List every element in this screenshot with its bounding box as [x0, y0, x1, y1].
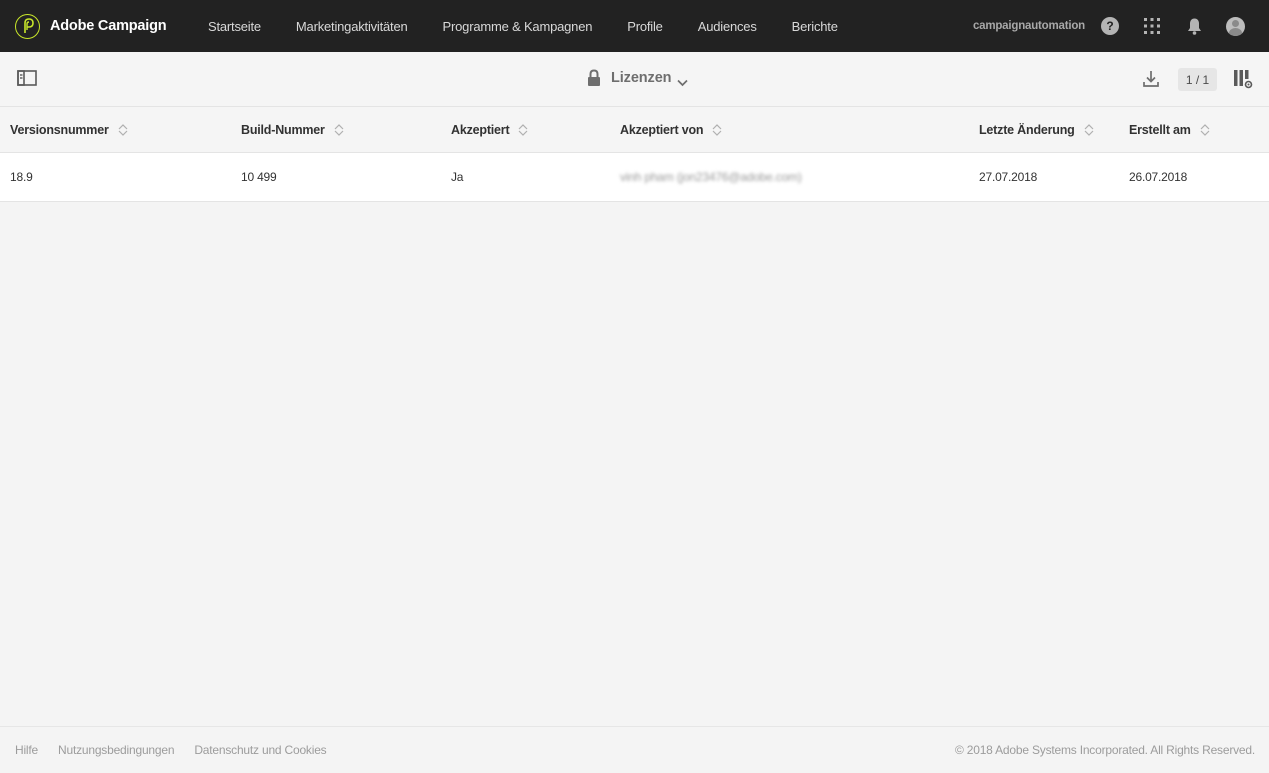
footer-link-terms[interactable]: Nutzungsbedingungen	[58, 743, 175, 757]
column-settings-icon[interactable]	[1233, 69, 1253, 89]
footer-links: Hilfe Nutzungsbedingungen Datenschutz un…	[15, 743, 346, 757]
nav-item-startseite[interactable]: Startseite	[208, 19, 261, 34]
column-header-label: Akzeptiert	[451, 123, 510, 137]
cell-created: 26.07.2018	[1129, 170, 1188, 184]
sort-icon	[1084, 123, 1094, 137]
help-icon[interactable]: ?	[1101, 17, 1119, 35]
apps-grid-icon[interactable]	[1142, 16, 1162, 36]
cell-build: 10 499	[241, 170, 277, 184]
footer-link-help[interactable]: Hilfe	[15, 743, 38, 757]
chevron-down-icon	[677, 74, 689, 87]
cell-version: 18.9	[10, 170, 33, 184]
column-header-versionsnummer[interactable]: Versionsnummer	[10, 107, 128, 153]
cell-last-modified: 27.07.2018	[979, 170, 1038, 184]
column-header-erstellt-am[interactable]: Erstellt am	[1129, 107, 1210, 153]
copyright: © 2018 Adobe Systems Incorporated. All R…	[954, 743, 1255, 757]
topbar-right: campaignautomation ?	[973, 0, 1269, 52]
adobe-campaign-logo-icon	[15, 13, 40, 39]
sort-icon	[712, 123, 722, 137]
column-header-build-nummer[interactable]: Build-Nummer	[241, 107, 344, 153]
footer: Hilfe Nutzungsbedingungen Datenschutz un…	[0, 726, 1269, 773]
org-name[interactable]: campaignautomation	[973, 20, 1085, 32]
column-header-label: Versionsnummer	[10, 123, 109, 137]
bell-icon[interactable]	[1184, 16, 1204, 36]
top-navigation-bar: Adobe Campaign Startseite Marketingaktiv…	[0, 0, 1269, 52]
sort-icon	[334, 123, 344, 137]
cell-accepted: Ja	[451, 170, 464, 184]
page-title-dropdown[interactable]: Lizenzen	[587, 69, 689, 87]
nav-item-audiences[interactable]: Audiences	[698, 19, 757, 34]
sort-icon	[1200, 123, 1210, 137]
main-nav: Startseite Marketingaktivitäten Programm…	[208, 0, 873, 52]
lock-icon	[587, 69, 601, 87]
footer-link-privacy[interactable]: Datenschutz und Cookies	[194, 743, 326, 757]
brand[interactable]: Adobe Campaign	[15, 13, 208, 39]
nav-item-programme-kampagnen[interactable]: Programme & Kampagnen	[443, 19, 593, 34]
column-header-label: Build-Nummer	[241, 123, 325, 137]
sort-icon	[518, 123, 528, 137]
panel-toggle-icon[interactable]	[17, 70, 37, 86]
column-header-label: Letzte Änderung	[979, 123, 1075, 137]
table-header: Versionsnummer Build-Nummer Akzeptiert A…	[0, 107, 1269, 153]
pagination-indicator: 1 / 1	[1178, 68, 1217, 91]
column-header-letzte-aenderung[interactable]: Letzte Änderung	[979, 107, 1094, 153]
column-header-label: Akzeptiert von	[620, 123, 704, 137]
table-row[interactable]: 18.9 10 499 Ja vinh pham (jon23476@adobe…	[0, 153, 1269, 202]
download-icon[interactable]	[1142, 70, 1160, 88]
nav-item-marketingaktivitaeten[interactable]: Marketingaktivitäten	[296, 19, 408, 34]
column-header-akzeptiert-von[interactable]: Akzeptiert von	[620, 107, 722, 153]
toolbar: Lizenzen 1 / 1	[0, 52, 1269, 107]
page-title: Lizenzen	[611, 70, 672, 86]
column-header-akzeptiert[interactable]: Akzeptiert	[451, 107, 528, 153]
nav-item-profile[interactable]: Profile	[627, 19, 663, 34]
sort-icon	[118, 123, 128, 137]
avatar-icon[interactable]	[1226, 16, 1245, 36]
column-header-label: Erstellt am	[1129, 123, 1191, 137]
nav-item-berichte[interactable]: Berichte	[792, 19, 838, 34]
licenses-table: Versionsnummer Build-Nummer Akzeptiert A…	[0, 107, 1269, 202]
brand-name: Adobe Campaign	[50, 18, 167, 34]
cell-accepted-by: vinh pham (jon23476@adobe.com)	[620, 170, 802, 184]
